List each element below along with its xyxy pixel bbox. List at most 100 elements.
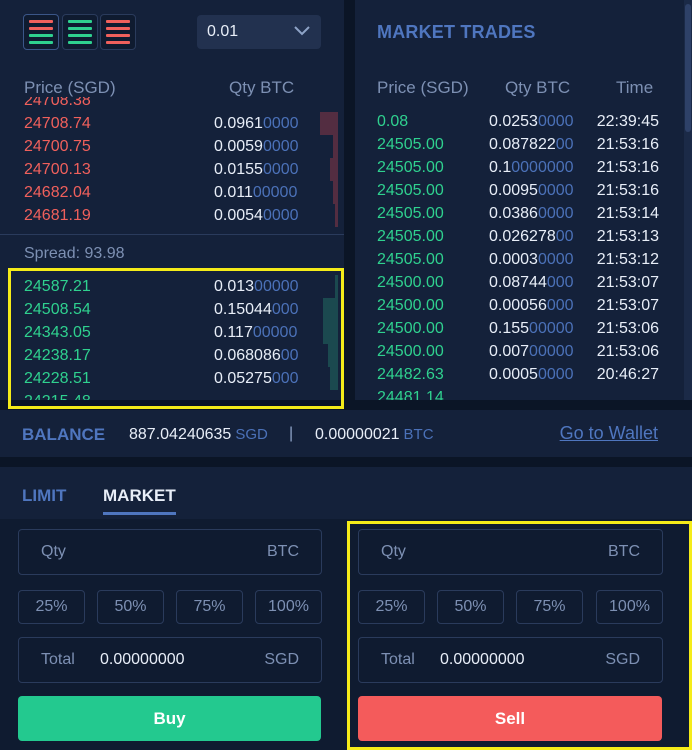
spread-divider [0, 234, 344, 235]
trade-row: 24500.00 0.15500000 21:53:06 [355, 317, 692, 340]
balance-btc-unit: BTC [403, 426, 434, 443]
trade-time: 21:53:14 [596, 205, 659, 222]
ask-lines-icon [106, 20, 130, 23]
bid-qty-padding: 000 [271, 301, 299, 318]
ask-depth-bar [320, 112, 338, 135]
trade-row: 24505.00 0.02627800 21:53:13 [355, 225, 692, 248]
trade-qty: 0.00950000 [489, 179, 574, 202]
bid-lines-icon [68, 41, 92, 44]
sell-pct-100-button[interactable]: 100% [596, 590, 663, 624]
ask-qty-significant: 0.0054 [214, 207, 263, 224]
bid-depth-bar [330, 367, 338, 390]
trade-time: 21:53:16 [596, 136, 659, 153]
tab-limit[interactable]: LIMIT [22, 486, 66, 506]
ask-qty-padding: 00000 [252, 184, 298, 201]
sell-button[interactable]: Sell [358, 696, 662, 741]
ask-price: 24682.04 [24, 184, 91, 201]
trade-row: 24505.00 0.00030000 21:53:12 [355, 248, 692, 271]
bid-row[interactable]: 24238.17 0.06808600 [0, 344, 344, 367]
bid-qty: 0.01300000 [214, 275, 299, 298]
sell-qty-unit: BTC [608, 543, 640, 560]
buy-pct-100-button[interactable]: 100% [255, 590, 322, 624]
trade-qty: 0.03860000 [489, 202, 574, 225]
bid-row[interactable]: 24508.54 0.15044000 [0, 298, 344, 321]
buy-total-unit: SGD [264, 651, 299, 668]
trade-price: 24505.00 [377, 182, 444, 199]
bid-qty: 0.15044000 [214, 298, 299, 321]
bid-depth-bar [335, 275, 338, 298]
view-bids-button[interactable] [62, 14, 98, 50]
ask-depth-bar [333, 181, 338, 204]
ask-row[interactable]: 24700.75 0.00590000 [0, 135, 344, 158]
go-to-wallet-link[interactable]: Go to Wallet [560, 423, 658, 444]
ask-price: 24708.74 [24, 115, 91, 132]
ask-row[interactable]: 24708.74 0.09610000 [0, 112, 344, 135]
sell-pct-50-button[interactable]: 50% [437, 590, 504, 624]
view-both-button[interactable] [23, 14, 59, 50]
ask-price: 24708.38 [24, 97, 91, 109]
tick-size-value: 0.01 [207, 23, 239, 40]
trade-row-partial: 24481.14 [355, 386, 692, 400]
sell-pct-25-button[interactable]: 25% [358, 590, 425, 624]
ask-qty-padding: 0000 [262, 207, 299, 224]
trade-qty: 0.00700000 [489, 340, 574, 363]
trade-time: 20:46:27 [596, 366, 659, 383]
bid-lines-icon [68, 34, 92, 37]
bid-depth-bar [323, 298, 338, 321]
trade-time: 21:53:13 [596, 228, 659, 245]
buy-pct-75-button[interactable]: 75% [176, 590, 243, 624]
view-asks-button[interactable] [100, 14, 136, 50]
spread-value: Spread: 93.98 [24, 245, 125, 262]
balance-btc: 0.00000021 BTC [315, 426, 434, 444]
buy-pct-25-button[interactable]: 25% [18, 590, 85, 624]
trade-time: 22:39:45 [596, 113, 659, 130]
ask-row[interactable]: 24700.13 0.01550000 [0, 158, 344, 181]
trade-qty-padding: 0000000 [511, 159, 574, 176]
bid-qty-significant: 0.117 [214, 324, 253, 341]
tick-size-select[interactable]: 0.01 [197, 15, 321, 49]
buy-total-input[interactable]: Total 0.00000000 SGD [18, 637, 322, 683]
trade-qty-padding: 00000 [529, 343, 574, 360]
ask-row-partial[interactable]: 24708.38 [0, 97, 344, 112]
order-form: LIMIT MARKET Qty BTC 25% 50% 75% 100% To… [0, 467, 692, 750]
trades-scrollbar-thumb[interactable] [685, 4, 691, 132]
ask-qty: 0.00590000 [214, 135, 299, 158]
trade-row: 24500.00 0.00700000 21:53:06 [355, 340, 692, 363]
trade-time: 21:53:06 [596, 343, 659, 360]
buy-pct-50-button[interactable]: 50% [97, 590, 164, 624]
trade-qty-padding: 0000 [537, 251, 574, 268]
sell-total-input[interactable]: Total 0.00000000 SGD [358, 637, 663, 683]
trade-qty: 0.02530000 [489, 110, 574, 133]
ask-lines-icon [106, 34, 130, 37]
order-type-tabs: LIMIT MARKET [0, 467, 692, 519]
trade-qty: 0.08744000 [489, 271, 574, 294]
trade-qty-significant: 0.0095 [489, 182, 538, 199]
buy-button[interactable]: Buy [18, 696, 321, 741]
trade-row: 24505.00 0.08782200 21:53:16 [355, 133, 692, 156]
trade-qty-padding: 00000 [529, 320, 574, 337]
bid-row[interactable]: 24228.51 0.05275000 [0, 367, 344, 390]
buy-qty-input[interactable]: Qty BTC [18, 529, 322, 575]
tab-market[interactable]: MARKET [103, 486, 176, 515]
trade-qty-padding: 000 [546, 297, 574, 314]
trade-row: 24505.00 0.10000000 21:53:16 [355, 156, 692, 179]
ask-qty: 0.09610000 [214, 112, 299, 135]
ask-qty-significant: 0.0059 [214, 138, 263, 155]
bid-row[interactable]: 24343.05 0.11700000 [0, 321, 344, 344]
ask-row[interactable]: 24682.04 0.01100000 [0, 181, 344, 204]
trades-scrollbar[interactable] [684, 0, 692, 400]
trade-qty: 0.00030000 [489, 248, 574, 271]
ask-qty-padding: 0000 [262, 161, 299, 178]
bid-price: 24508.54 [24, 301, 91, 318]
trade-qty-significant: 0.0005 [489, 366, 538, 383]
ask-row[interactable]: 24681.19 0.00540000 [0, 204, 344, 227]
bid-lines-icon [68, 27, 92, 30]
bid-row[interactable]: 24587.21 0.01300000 [0, 275, 344, 298]
balance-separator: | [289, 425, 294, 442]
ask-list: 24708.38 24708.74 0.09610000 24700.75 0.005… [0, 97, 344, 234]
ask-lines-icon [29, 20, 53, 23]
sell-pct-75-button[interactable]: 75% [516, 590, 583, 624]
bid-row-partial[interactable]: 24215.48 [0, 390, 344, 400]
bid-qty: 0.06808600 [214, 344, 299, 367]
sell-qty-input[interactable]: Qty BTC [358, 529, 663, 575]
